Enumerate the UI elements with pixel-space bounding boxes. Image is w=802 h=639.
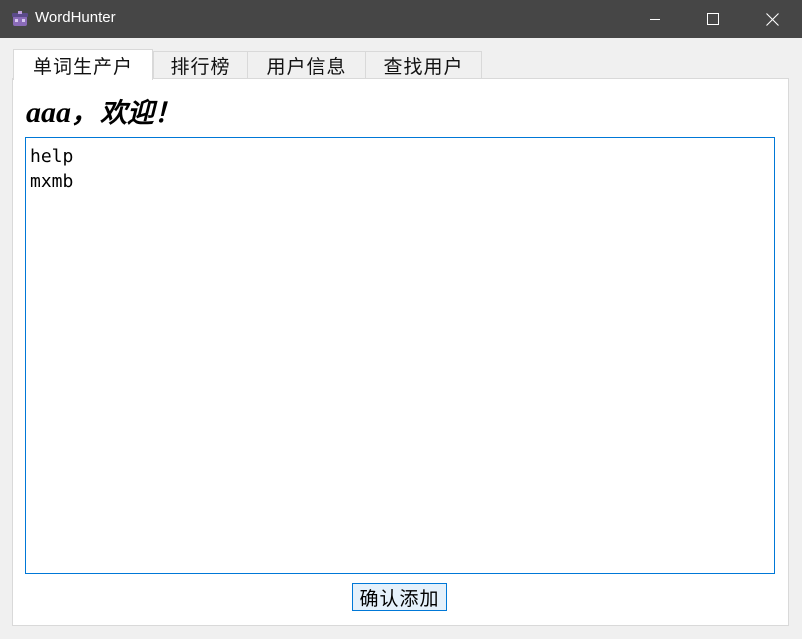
username-label: aaa — [26, 96, 71, 129]
maximize-icon — [707, 13, 719, 25]
wordhunter-app-icon — [11, 10, 29, 28]
maximize-button[interactable] — [684, 0, 742, 38]
greeting-label: 欢迎！ — [100, 98, 181, 129]
tab-leaderboard[interactable]: 排行榜 — [153, 51, 248, 79]
tab-word-producer[interactable]: 单词生产户 — [13, 49, 153, 80]
word-list-input[interactable]: help mxmb — [25, 137, 775, 574]
minimize-button[interactable] — [626, 0, 684, 38]
greeting-separator: ， — [71, 98, 98, 129]
close-button[interactable] — [742, 0, 802, 38]
close-icon — [765, 12, 779, 26]
welcome-message: aaa ， 欢迎！ — [26, 91, 181, 129]
title-bar[interactable]: WordHunter — [0, 0, 802, 38]
tab-user-info[interactable]: 用户信息 — [247, 51, 366, 79]
window-title: WordHunter — [35, 9, 116, 26]
confirm-add-button[interactable]: 确认添加 — [352, 583, 447, 611]
tab-find-user[interactable]: 查找用户 — [365, 51, 482, 79]
minimize-icon — [650, 19, 660, 20]
